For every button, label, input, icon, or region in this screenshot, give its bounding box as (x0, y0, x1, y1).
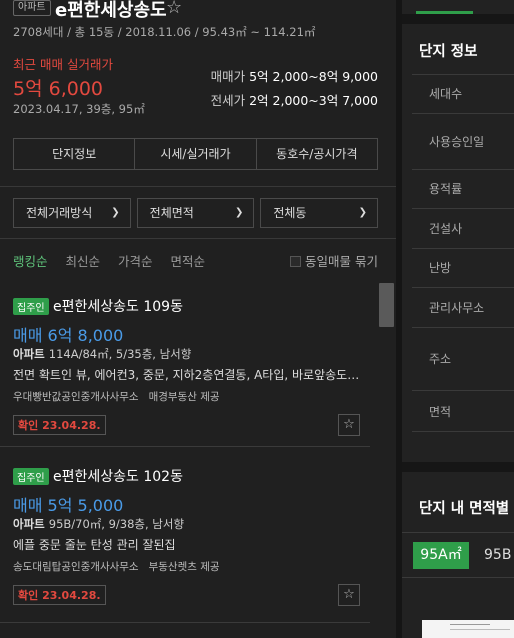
area-dropdown[interactable]: 전체면적 ❯ (136, 198, 255, 228)
chevron-down-icon: ❯ (358, 207, 368, 218)
trade-type-label: 전체거래방식 (26, 206, 93, 220)
sort-latest[interactable]: 최신순 (66, 254, 101, 269)
area-chip[interactable]: 95B (484, 547, 511, 563)
building-label: 전체동 (273, 206, 307, 220)
jeonse-range-value: 2억 2,000~3억 7,000 (249, 93, 378, 108)
floor-plan-image (422, 620, 514, 638)
divider (0, 238, 396, 239)
star-icon[interactable]: ☆ (338, 414, 360, 436)
confirm-date-badge: 확인 23.04.28. (13, 415, 106, 435)
listing-spec: 114A/84㎡, 5/35층, 남서향 (48, 347, 192, 361)
info-row-heating: 난방 (412, 248, 514, 287)
info-row-approval-date: 사용승인일 (412, 113, 514, 169)
recent-trade-date: 2023.04.17, 39층, 95㎡ (13, 102, 145, 116)
scrollbar-track[interactable] (378, 280, 394, 638)
trade-type-dropdown[interactable]: 전체거래방식 ❯ (13, 198, 131, 228)
listing-price: 매매 5억 5,000 (13, 496, 124, 515)
list-item[interactable]: 집주인 e편한세상송도 102동 매매 5억 5,000 아파트 95B/70㎡,… (0, 457, 370, 623)
complex-summary: 아파트 e편한세상송도 ☆ 2708세대 / 총 15동 / 2018.11.0… (0, 0, 396, 186)
scrollbar-thumb[interactable] (379, 283, 394, 327)
sort-area[interactable]: 면적순 (171, 254, 206, 269)
listing-kind: 아파트 (13, 347, 45, 361)
buy-price-range: 매매가 5억 2,000~8억 9,000 (211, 66, 378, 85)
info-row-area: 면적 (412, 390, 514, 432)
provider-name: 매경부동산 제공 (148, 391, 220, 403)
list-item[interactable]: 집주인 e편한세상송도 109동 매매 6억 8,000 아파트 114A/84㎡… (0, 287, 370, 447)
listing-detail: 아파트 95B/70㎡, 9/38층, 남서향 (13, 516, 184, 532)
complex-info-title: 단지 정보 (419, 44, 478, 60)
plan-line (450, 624, 490, 625)
chevron-down-icon: ❯ (234, 207, 244, 218)
provider-name: 부동산렛츠 제공 (148, 561, 220, 573)
sort-options: 랭킹순 최신순 가격순 면적순 (13, 251, 219, 270)
listing-description: 에플 중문 줄눈 탄성 관리 잘된집 (13, 538, 176, 552)
listing-description: 전면 확트인 뷰, 에어컨3, 중문, 지하2층연결동, A타입, 바로앞송도센… (13, 368, 363, 382)
buy-range-value: 5억 2,000~8억 9,000 (249, 69, 378, 84)
complex-title: e편한세상송도 (55, 0, 167, 21)
jeonse-range-label: 전세가 (210, 93, 246, 108)
star-icon[interactable]: ☆ (338, 584, 360, 606)
area-section-title: 단지 내 면적별 (419, 501, 510, 517)
listing-agency: 우대빵반값공인중개사사무소 매경부동산 제공 (13, 389, 220, 404)
info-tabs: 단지정보 시세/실거래가 동호수/공시가격 (13, 138, 378, 170)
plan-line (450, 629, 510, 630)
info-row-management-office: 관리사무소 (412, 287, 514, 327)
info-row-address: 주소 (412, 327, 514, 390)
listing-name[interactable]: e편한세상송도 102동 (53, 466, 183, 486)
jeonse-price-range: 전세가 2억 2,000~3억 7,000 (211, 90, 378, 109)
complex-meta: 2708세대 / 총 15동 / 2018.11.06 / 95.43㎡ ~ 1… (13, 25, 316, 39)
sort-ranking[interactable]: 랭킹순 (13, 254, 48, 269)
divider (0, 186, 396, 187)
info-row-households: 세대수 (412, 74, 514, 113)
filter-bar: 전체거래방식 ❯ 전체면적 ❯ 전체동 ❯ (13, 198, 379, 228)
recent-trade-price: 5억 6,000 (13, 78, 104, 100)
recent-trade-label: 최근 매매 실거래가 (13, 57, 113, 72)
listing-kind: 아파트 (13, 517, 45, 531)
listing-panel: 아파트 e편한세상송도 ☆ 2708세대 / 총 15동 / 2018.11.0… (0, 0, 396, 638)
listing-name[interactable]: e편한세상송도 109동 (53, 296, 183, 316)
group-same-label: 동일매물 묶기 (305, 254, 378, 269)
tab-complex-info[interactable]: 단지정보 (14, 139, 136, 169)
owner-badge: 집주인 (13, 468, 49, 485)
agency-name: 우대빵반값공인중개사사무소 (13, 391, 139, 403)
owner-badge: 집주인 (13, 298, 49, 315)
favorite-star-icon[interactable]: ☆ (166, 0, 182, 18)
checkbox-icon[interactable] (290, 256, 302, 267)
confirm-date-badge: 확인 23.04.28. (13, 585, 106, 605)
property-type-badge: 아파트 (13, 0, 51, 16)
section-gap (402, 462, 514, 472)
tab-market-price[interactable]: 시세/실거래가 (135, 139, 257, 169)
area-chip-row: 95A㎡ 95B (402, 532, 514, 578)
area-label: 전체면적 (149, 206, 194, 220)
chevron-down-icon: ❯ (111, 207, 120, 218)
listing-spec: 95B/70㎡, 9/38층, 남서향 (48, 517, 185, 531)
info-row-floor-ratio: 용적률 (412, 169, 514, 208)
agency-name: 송도대림탑공인중개사사무소 (13, 561, 139, 573)
building-dropdown[interactable]: 전체동 ❯ (260, 198, 379, 228)
sort-price[interactable]: 가격순 (118, 254, 153, 269)
tab-strip (402, 0, 514, 14)
listing-price: 매매 6억 8,000 (13, 326, 124, 345)
section-gap (402, 14, 514, 24)
area-chip-active[interactable]: 95A㎡ (413, 542, 469, 569)
listing-detail: 아파트 114A/84㎡, 5/35층, 남서향 (13, 346, 191, 362)
buy-range-label: 매매가 (210, 69, 246, 84)
tab-unit-price[interactable]: 동호수/공시가격 (257, 139, 377, 169)
complex-info-panel: 단지 정보 세대수 사용승인일 용적률 건설사 난방 관리사무소 주소 면적 단… (402, 0, 514, 638)
info-row-builder: 건설사 (412, 208, 514, 248)
listing-agency: 송도대림탑공인중개사사무소 부동산렛츠 제공 (13, 559, 220, 574)
group-same-listings[interactable]: 동일매물 묶기 (290, 251, 378, 270)
